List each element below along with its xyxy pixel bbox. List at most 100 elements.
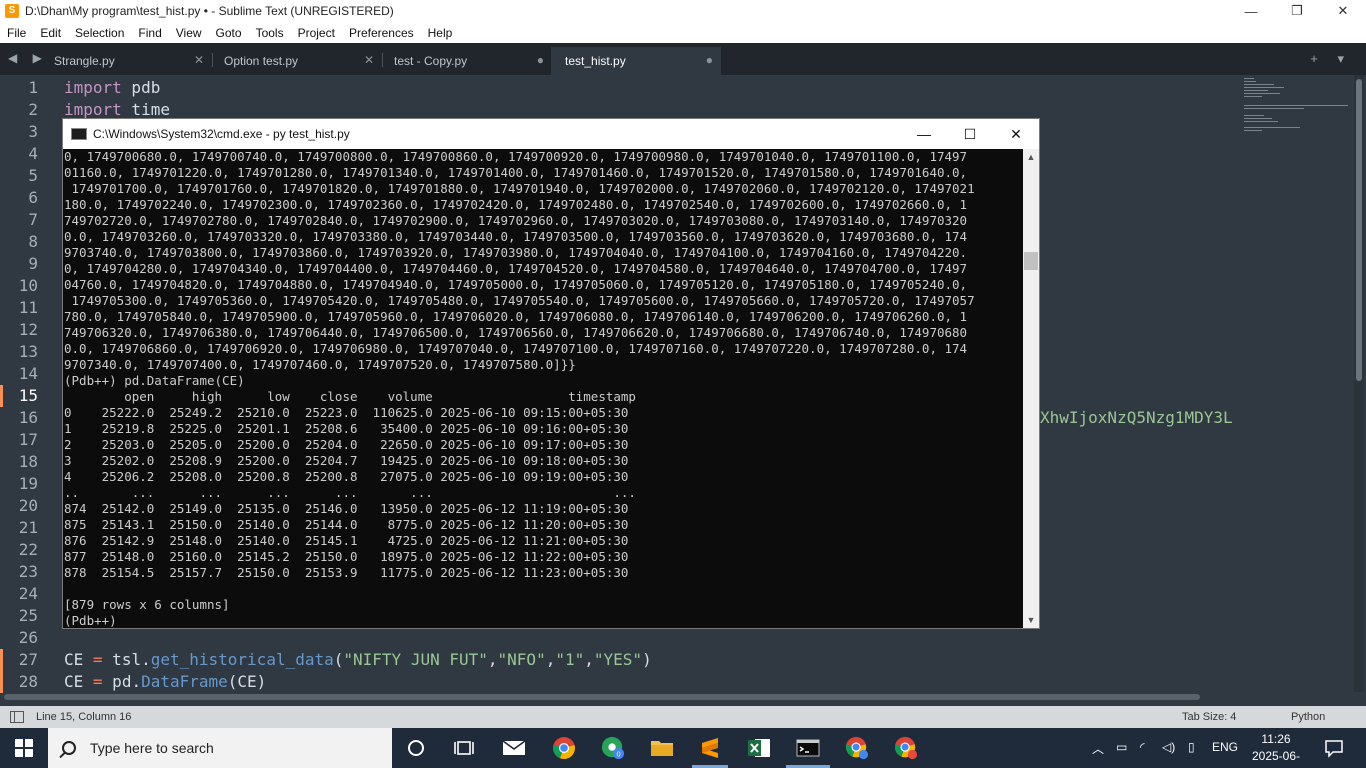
menu-file[interactable]: File	[0, 26, 33, 40]
horizontal-scrollbar[interactable]	[4, 694, 1200, 700]
line-number: 23	[18, 562, 38, 581]
cmd-minimize-button[interactable]: —	[901, 119, 947, 149]
panel-toggle-icon[interactable]	[10, 711, 24, 723]
taskbar: Type here to search 0 ︿ ▭ ◜ ◁) ▯ ENG 11:…	[0, 728, 1366, 768]
menu-find[interactable]: Find	[131, 26, 168, 40]
tray-chevron-icon[interactable]: ︿	[1092, 740, 1104, 757]
sublime-text-taskbar-icon[interactable]	[698, 736, 722, 760]
language-indicator[interactable]: ENG	[1212, 740, 1238, 754]
new-tab-and-dropdown-icon[interactable]: + ▾	[1310, 51, 1352, 67]
network-icon[interactable]: ▭	[1116, 740, 1127, 754]
maximize-button[interactable]: ❐	[1274, 0, 1320, 22]
clock-date: 2025-06-12	[1251, 749, 1301, 768]
function-name: get_historical_data	[150, 650, 334, 669]
minimize-button[interactable]: —	[1228, 0, 1274, 22]
keyword: import	[64, 100, 122, 119]
tab-close-icon[interactable]: ✕	[364, 53, 374, 67]
console-line: 0.0, 1749703260.0, 1749703320.0, 1749703…	[64, 229, 968, 244]
cmd-taskbar-icon[interactable]	[796, 736, 820, 760]
menu-tools[interactable]: Tools	[249, 26, 291, 40]
status-bar: Line 15, Column 16 Tab Size: 4 Python	[0, 706, 1366, 728]
line-number: 5	[28, 166, 38, 185]
close-button[interactable]: ✕	[1320, 0, 1366, 22]
chrome-window-icon-2[interactable]	[894, 736, 918, 760]
tab-modified-icon[interactable]: ●	[706, 53, 713, 67]
line-number: 12	[18, 320, 38, 339]
menu-view[interactable]: View	[169, 26, 209, 40]
string-literal: "1"	[555, 650, 585, 669]
console-line: 0.0, 1749706860.0, 1749706920.0, 1749706…	[64, 341, 968, 356]
function-name: DataFrame	[141, 672, 228, 691]
tab-size-selector[interactable]: Tab Size: 4	[1182, 711, 1236, 723]
line-number: 11	[18, 298, 38, 317]
menu-help[interactable]: Help	[421, 26, 460, 40]
line-number: 28	[18, 672, 38, 691]
chrome-profile-icon[interactable]: 0	[601, 736, 625, 760]
operator: =	[92, 672, 103, 691]
notifications-icon[interactable]	[1322, 736, 1346, 760]
taskbar-search[interactable]: Type here to search	[48, 728, 392, 768]
start-button[interactable]	[0, 728, 48, 768]
tab-option-test[interactable]: Option test.py ✕	[210, 47, 382, 75]
console-line: 9707340.0, 1749707400.0, 1749707460.0, 1…	[64, 357, 576, 372]
tab-close-icon[interactable]: ✕	[194, 53, 204, 67]
scroll-down-icon[interactable]: ▼	[1023, 612, 1039, 628]
window-controls: — ❐ ✕	[1228, 0, 1366, 22]
cmd-scrollbar[interactable]: ▲ ▼	[1023, 149, 1039, 628]
tab-modified-icon[interactable]: ●	[537, 53, 544, 67]
cmd-window[interactable]: C:\Windows\System32\cmd.exe - py test_hi…	[62, 118, 1040, 629]
code-text: (	[333, 650, 344, 669]
scrollbar-thumb[interactable]	[1356, 79, 1362, 381]
console-line: 180.0, 1749702240.0, 1749702300.0, 17497…	[64, 197, 968, 212]
volume-icon[interactable]: ◁)	[1162, 740, 1175, 754]
menu-goto[interactable]: Goto	[209, 26, 249, 40]
keyword: import	[64, 78, 122, 97]
code-text: ,	[487, 650, 498, 669]
console-line: .. ... ... ... ... ... ...	[64, 485, 636, 500]
tab-label: Strangle.py	[54, 54, 115, 68]
scrollbar-thumb[interactable]	[1024, 252, 1038, 270]
code-line-27: CE = tsl.get_historical_data("NIFTY JUN …	[64, 650, 652, 669]
vertical-scrollbar[interactable]	[1354, 75, 1364, 692]
menu-project[interactable]: Project	[291, 26, 342, 40]
system-clock[interactable]: 11:26 2025-06-12	[1246, 731, 1306, 768]
title-bar: S D:\Dhan\My program\test_hist.py • - Su…	[0, 0, 1366, 22]
tab-test-copy[interactable]: test - Copy.py ●	[380, 47, 552, 75]
file-explorer-icon[interactable]	[650, 736, 674, 760]
line-number: 14	[18, 364, 38, 383]
scroll-up-icon[interactable]: ▲	[1023, 149, 1039, 165]
operator: =	[92, 650, 103, 669]
console-line: 780.0, 1749705840.0, 1749705900.0, 17497…	[64, 309, 968, 324]
code-text: pdb	[121, 78, 161, 97]
menu-preferences[interactable]: Preferences	[342, 26, 421, 40]
mail-icon[interactable]	[502, 736, 526, 760]
console-line: 01160.0, 1749701220.0, 1749701280.0, 174…	[64, 165, 968, 180]
battery-icon[interactable]: ▯	[1188, 740, 1195, 754]
cmd-maximize-button[interactable]: ☐	[947, 119, 993, 149]
console-line: 878 25154.5 25157.7 25150.0 25153.9 1177…	[64, 565, 629, 580]
syntax-selector[interactable]: Python	[1291, 711, 1325, 723]
console-line: 749706320.0, 1749706380.0, 1749706440.0,…	[64, 325, 968, 340]
line-number: 19	[18, 474, 38, 493]
menu-edit[interactable]: Edit	[33, 26, 68, 40]
console-output[interactable]: 0, 1749700680.0, 1749700740.0, 174970080…	[63, 149, 1023, 628]
chrome-icon[interactable]	[552, 736, 576, 760]
chrome-window-icon[interactable]	[845, 736, 869, 760]
console-line: 4 25206.2 25208.0 25200.8 25200.8 27075.…	[64, 469, 629, 484]
tab-test-hist[interactable]: test_hist.py ●	[551, 47, 721, 75]
tab-label: test_hist.py	[565, 54, 626, 68]
task-view-icon[interactable]	[452, 736, 476, 760]
wifi-icon[interactable]: ◜	[1140, 740, 1145, 754]
console-line: 875 25143.1 25150.0 25140.0 25144.0 8775…	[64, 517, 629, 532]
menu-selection[interactable]: Selection	[68, 26, 131, 40]
tab-strangle[interactable]: Strangle.py ✕	[40, 47, 212, 75]
tab-label: Option test.py	[224, 54, 299, 68]
code-text: ,	[584, 650, 594, 669]
minimap[interactable]	[1242, 75, 1354, 155]
cortana-icon[interactable]	[404, 736, 428, 760]
search-icon	[62, 741, 76, 755]
excel-icon[interactable]	[747, 736, 771, 760]
line-number: 20	[18, 496, 38, 515]
cmd-close-button[interactable]: ✕	[993, 119, 1039, 149]
code-text: time	[121, 100, 170, 119]
